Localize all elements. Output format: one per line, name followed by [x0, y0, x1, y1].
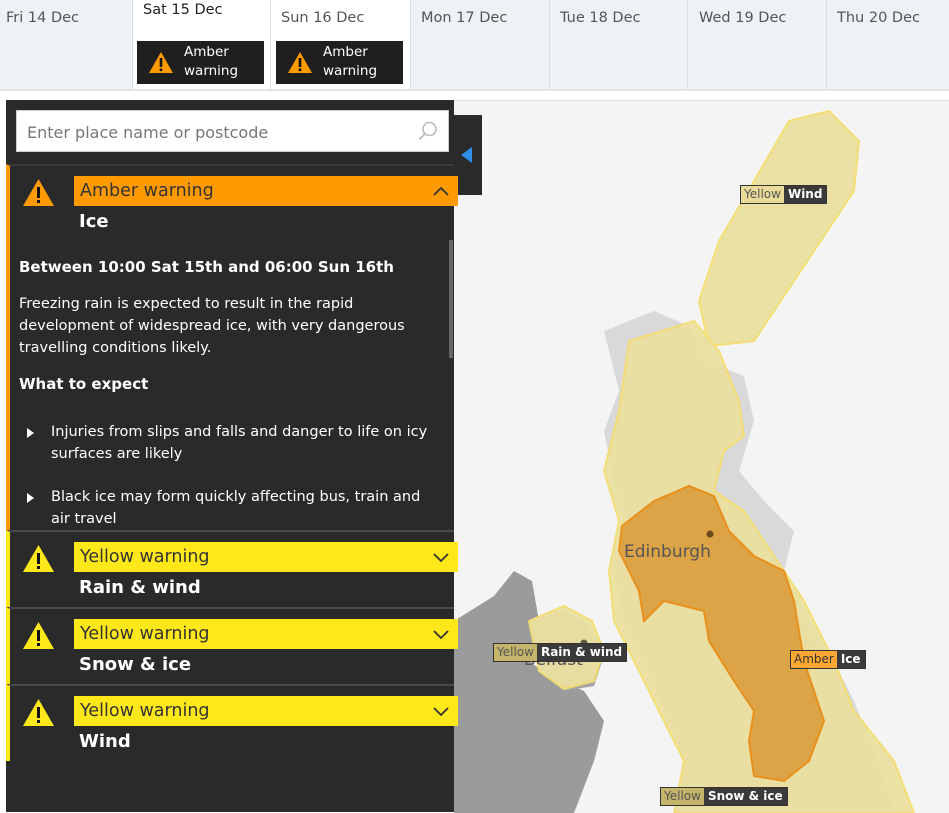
- map-label-yellow-snow-ice[interactable]: Yellow Snow & ice: [660, 787, 788, 806]
- map-label-level: Yellow: [661, 788, 704, 805]
- day-tab-label: Thu 20 Dec: [837, 10, 920, 26]
- warning-header-yellow[interactable]: Yellow warning: [74, 619, 458, 649]
- warning-level: Yellow warning: [80, 547, 210, 567]
- warning-triangle-icon: [23, 179, 54, 206]
- day-tab-sat-15[interactable]: Sat 15 Dec Amber warning: [133, 0, 271, 92]
- warning-triangle-icon: [149, 52, 173, 73]
- warning-header-yellow[interactable]: Yellow warning: [74, 542, 458, 572]
- warning-triangle-icon: [23, 622, 54, 649]
- day-tab-label: Sun 16 Dec: [281, 10, 365, 26]
- scrollbar[interactable]: [449, 240, 453, 358]
- warning-period: Between 10:00 Sat 15th and 06:00 Sun 16t…: [19, 258, 394, 276]
- day-tab-label: Wed 19 Dec: [699, 10, 787, 26]
- day-tab-label: Sat 15 Dec: [143, 2, 223, 18]
- warning-type: Wind: [79, 731, 131, 752]
- collapse-panel-button[interactable]: [454, 115, 482, 195]
- warning-level: Amber warning: [80, 181, 214, 201]
- warning-type: Ice: [79, 211, 109, 232]
- chevron-down-icon[interactable]: [432, 702, 450, 720]
- list-item: Black ice may form quickly affecting bus…: [19, 486, 439, 528]
- tab-warning-level: Amber: [184, 44, 229, 60]
- tab-warning-level: Amber: [323, 44, 368, 60]
- warning-card-yellow-snow-ice[interactable]: Yellow warning Snow & ice: [6, 607, 458, 684]
- warning-type: Snow & ice: [79, 654, 192, 675]
- map-label-level: Amber: [791, 651, 837, 668]
- warning-level: Yellow warning: [80, 701, 210, 721]
- what-to-expect-heading: What to expect: [19, 375, 149, 393]
- day-tab-mon-17[interactable]: Mon 17 Dec: [411, 0, 550, 89]
- day-tab-fri-14[interactable]: Fri 14 Dec: [0, 0, 133, 89]
- warning-type: Rain & wind: [79, 577, 201, 598]
- map-label-type: Wind: [783, 186, 827, 203]
- map-label-level: Yellow: [741, 186, 784, 203]
- tab-warning-word: warning: [323, 63, 378, 79]
- map-label-type: Rain & wind: [536, 644, 627, 661]
- chevron-up-icon[interactable]: [432, 182, 450, 200]
- day-tab-label: Tue 18 Dec: [560, 10, 641, 26]
- warning-card-yellow-rain-wind[interactable]: Yellow warning Rain & wind: [6, 530, 458, 607]
- edinburgh-dot: [706, 530, 714, 538]
- bullet-triangle-icon: [27, 428, 34, 438]
- warning-header-amber[interactable]: Amber warning: [74, 176, 458, 206]
- chevron-down-icon[interactable]: [432, 548, 450, 566]
- day-tab-sun-16[interactable]: Sun 16 Dec Amber warning: [271, 0, 411, 89]
- collapse-panel-icon: [461, 147, 472, 163]
- map-label-yellow-rain-wind[interactable]: Yellow Rain & wind: [493, 643, 628, 662]
- map-label-level: Yellow: [494, 644, 537, 661]
- map-canvas: [454, 101, 949, 813]
- map-label-yellow-wind[interactable]: Yellow Wind: [740, 185, 828, 204]
- day-tab-thu-20[interactable]: Thu 20 Dec: [827, 0, 949, 89]
- warnings-map[interactable]: Edinburgh Belfast Yellow Wind Amber Ice …: [454, 100, 949, 813]
- search-icon[interactable]: [418, 121, 438, 141]
- map-label-type: Ice: [836, 651, 865, 668]
- warning-header-yellow[interactable]: Yellow warning: [74, 696, 458, 726]
- tab-warning-badge: Amber warning: [276, 41, 403, 84]
- warning-description: Freezing rain is expected to result in t…: [19, 296, 405, 356]
- tab-warning-badge: Amber warning: [137, 41, 264, 84]
- expectations-list: Injuries from slips and falls and danger…: [19, 421, 439, 528]
- warning-details-body: Between 10:00 Sat 15th and 06:00 Sun 16t…: [19, 256, 439, 528]
- search-input[interactable]: [17, 111, 409, 153]
- warnings-panel: Amber warning Ice Between 10:00 Sat 15th…: [6, 100, 458, 812]
- bullet-triangle-icon: [27, 493, 34, 503]
- city-label-edinburgh: Edinburgh: [624, 542, 711, 562]
- chevron-down-icon[interactable]: [432, 625, 450, 643]
- warning-details: Between 10:00 Sat 15th and 06:00 Sun 16t…: [6, 240, 454, 528]
- day-tab-label: Fri 14 Dec: [6, 10, 80, 26]
- warning-triangle-icon: [23, 545, 54, 572]
- map-label-amber-ice[interactable]: Amber Ice: [790, 650, 866, 669]
- day-tab-label: Mon 17 Dec: [421, 10, 508, 26]
- list-item: Injuries from slips and falls and danger…: [19, 421, 439, 465]
- warning-triangle-icon: [23, 699, 54, 726]
- warning-card-yellow-wind[interactable]: Yellow warning Wind: [6, 684, 458, 761]
- warning-triangle-icon: [288, 52, 312, 73]
- search-box: [16, 110, 449, 153]
- day-tabs: Fri 14 Dec Sat 15 Dec Amber warning Sun 1…: [0, 0, 949, 92]
- day-tab-wed-19[interactable]: Wed 19 Dec: [688, 0, 827, 89]
- day-tab-tue-18[interactable]: Tue 18 Dec: [550, 0, 688, 89]
- tab-warning-word: warning: [184, 63, 239, 79]
- tabs-divider: [0, 89, 949, 91]
- warning-level: Yellow warning: [80, 624, 210, 644]
- map-label-type: Snow & ice: [703, 788, 787, 805]
